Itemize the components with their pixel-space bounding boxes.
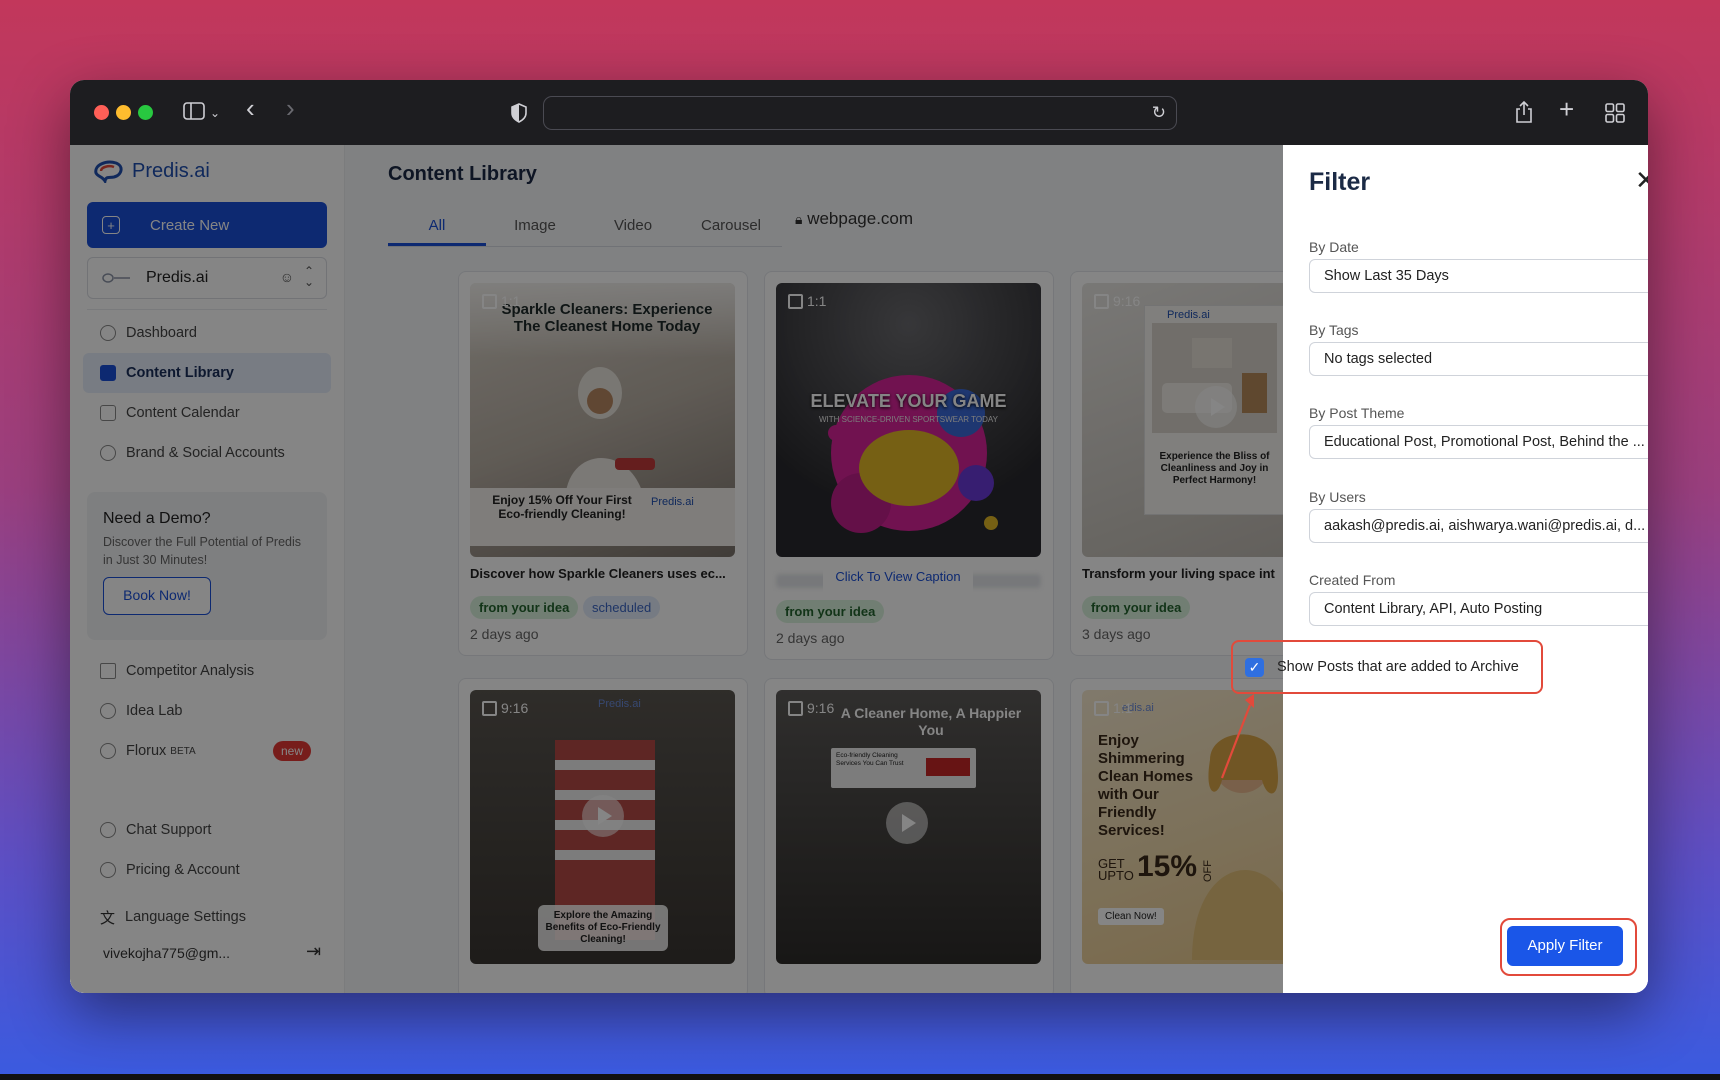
select-value: Content Library, API, Auto Posting <box>1324 601 1543 617</box>
address-bar[interactable]: ↻ <box>543 96 1177 130</box>
apply-filter-highlight: Apply Filter <box>1500 918 1637 976</box>
archive-label[interactable]: Show Posts that are added to Archive <box>1277 659 1519 675</box>
archive-checkbox[interactable]: ✓ <box>1245 657 1264 677</box>
apply-filter-button[interactable]: Apply Filter <box>1507 926 1623 966</box>
by-date-label: By Date <box>1309 239 1359 255</box>
forward-icon[interactable]: › <box>286 95 295 121</box>
created-from-select[interactable]: Content Library, API, Auto Posting ⌵ <box>1309 592 1648 626</box>
back-icon[interactable]: ‹ <box>246 95 255 121</box>
browser-titlebar: ⌄ ‹ › ↻ + <box>70 80 1648 145</box>
page-content: Predis.ai + Create New Predis.ai ☺ ⌃ ⌄ Da… <box>70 145 1648 993</box>
select-value: No tags selected <box>1324 351 1433 367</box>
close-icon[interactable]: ✕ <box>1635 165 1648 196</box>
by-post-theme-select[interactable]: Educational Post, Promotional Post, Behi… <box>1309 425 1648 459</box>
close-window-button[interactable] <box>94 105 109 120</box>
maximize-window-button[interactable] <box>138 105 153 120</box>
chevron-down-icon[interactable]: ⌄ <box>210 103 220 123</box>
select-value: Show Last 35 Days <box>1324 268 1449 284</box>
share-icon[interactable] <box>1514 100 1534 128</box>
by-date-select[interactable]: Show Last 35 Days ⌵ <box>1309 259 1648 293</box>
new-tab-icon[interactable]: + <box>1559 96 1574 122</box>
by-users-select[interactable]: aakash@predis.ai, aishwarya.wani@predis.… <box>1309 509 1648 543</box>
created-from-label: Created From <box>1309 572 1396 588</box>
tab-overview-icon[interactable] <box>1605 103 1625 127</box>
by-tags-select[interactable]: No tags selected ⌵ <box>1309 342 1648 376</box>
sidebar-toggle-icon[interactable] <box>183 102 205 124</box>
minimize-window-button[interactable] <box>116 105 131 120</box>
by-post-theme-label: By Post Theme <box>1309 405 1405 421</box>
filter-panel: Filter ✕ By Date Show Last 35 Days ⌵ By … <box>1283 145 1648 993</box>
filter-title: Filter <box>1309 168 1371 196</box>
select-value: aakash@predis.ai, aishwarya.wani@predis.… <box>1324 518 1646 534</box>
select-value: Educational Post, Promotional Post, Behi… <box>1324 434 1645 450</box>
reload-icon[interactable]: ↻ <box>1152 103 1166 123</box>
privacy-shield-icon[interactable] <box>510 103 528 127</box>
browser-window: ⌄ ‹ › ↻ + Predis.ai + Create New Predis.… <box>70 80 1648 993</box>
by-tags-label: By Tags <box>1309 322 1359 338</box>
modal-backdrop[interactable] <box>70 145 1283 993</box>
bottom-strip <box>0 1074 1720 1080</box>
archive-option-highlight: ✓ Show Posts that are added to Archive <box>1231 640 1543 694</box>
by-users-label: By Users <box>1309 489 1366 505</box>
